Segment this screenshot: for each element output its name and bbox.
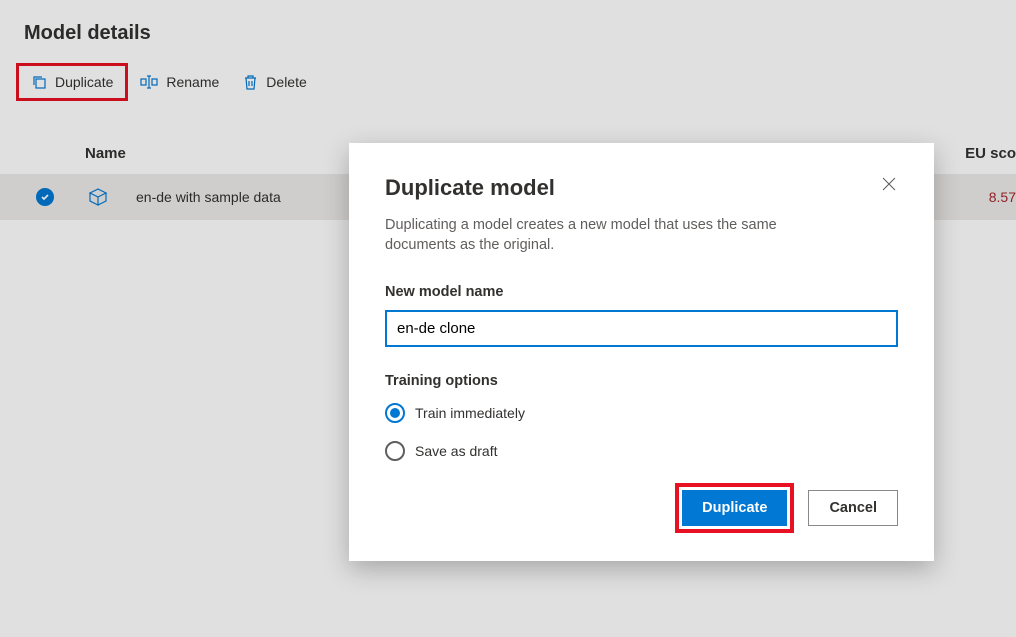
radio-save-draft[interactable]: Save as draft	[385, 441, 898, 461]
cancel-button[interactable]: Cancel	[808, 490, 898, 526]
close-icon[interactable]	[880, 175, 898, 193]
dialog-title: Duplicate model	[385, 175, 555, 201]
duplicate-dialog: Duplicate model Duplicating a model crea…	[349, 143, 934, 561]
radio-icon	[385, 441, 405, 461]
confirm-duplicate-button[interactable]: Duplicate	[682, 490, 787, 526]
dialog-description: Duplicating a model creates a new model …	[385, 215, 845, 256]
radio-train-immediately[interactable]: Train immediately	[385, 403, 898, 423]
dialog-footer: Duplicate Cancel	[385, 483, 898, 533]
radio-icon	[385, 403, 405, 423]
highlight-duplicate-confirm: Duplicate	[675, 483, 794, 533]
name-field-label: New model name	[385, 284, 898, 300]
modal-overlay: Duplicate model Duplicating a model crea…	[0, 0, 1016, 637]
radio-save-label: Save as draft	[415, 443, 498, 459]
model-name-input[interactable]	[385, 310, 898, 347]
radio-train-label: Train immediately	[415, 405, 525, 421]
training-options: Train immediately Save as draft	[385, 403, 898, 461]
training-options-label: Training options	[385, 373, 898, 389]
